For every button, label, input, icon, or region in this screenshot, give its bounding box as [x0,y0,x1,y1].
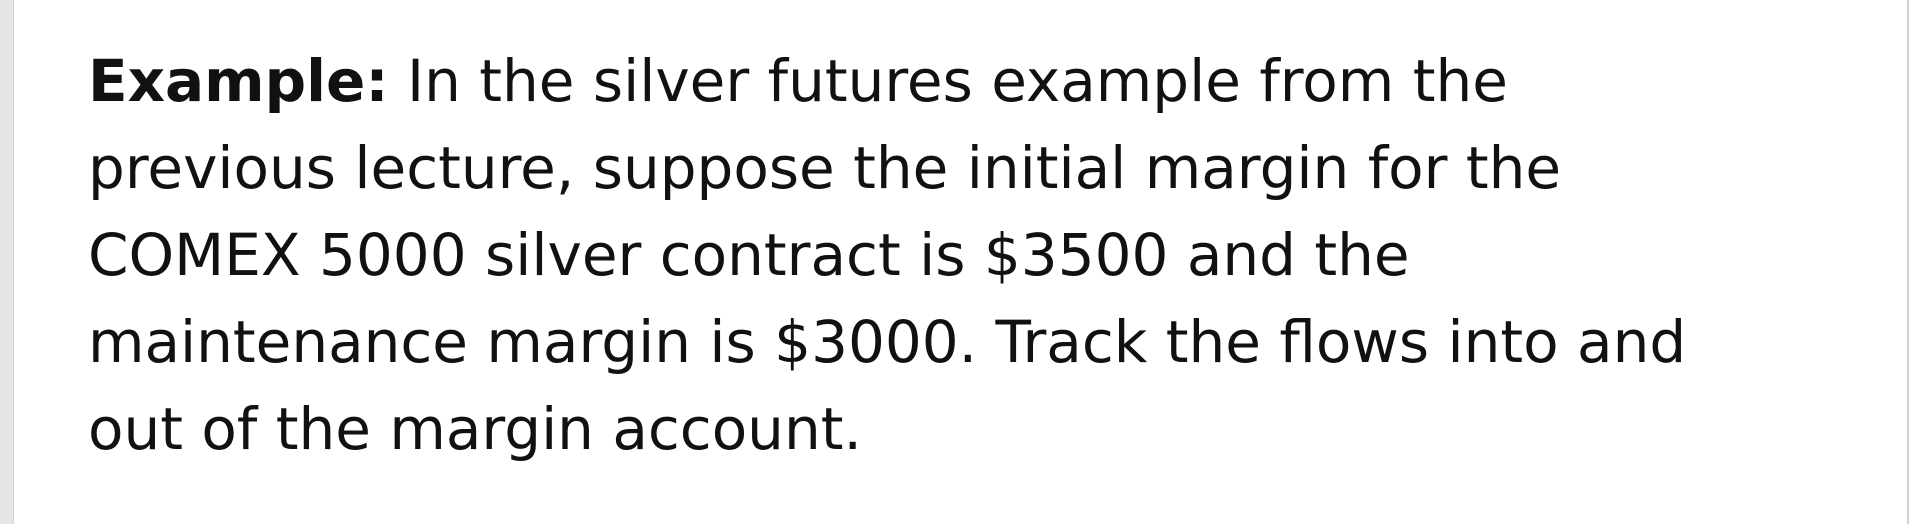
example-line-3: COMEX 5000 silver contract is $3500 and … [88,221,1410,289]
example-line-4: maintenance margin is $3000. Track the f… [88,308,1687,376]
example-label: Example: [88,47,389,115]
example-line-5: out of the margin account. [88,395,862,463]
example-paragraph: Example: In the silver futures example f… [88,38,1868,473]
example-line-1: Example: In the silver futures example f… [88,38,1868,125]
left-border [0,0,14,524]
example-line-1-text: In the silver futures example from the [406,47,1508,115]
example-line-2: previous lecture, suppose the initial ma… [88,134,1562,202]
slide-page: Example: In the silver futures example f… [0,0,1909,524]
